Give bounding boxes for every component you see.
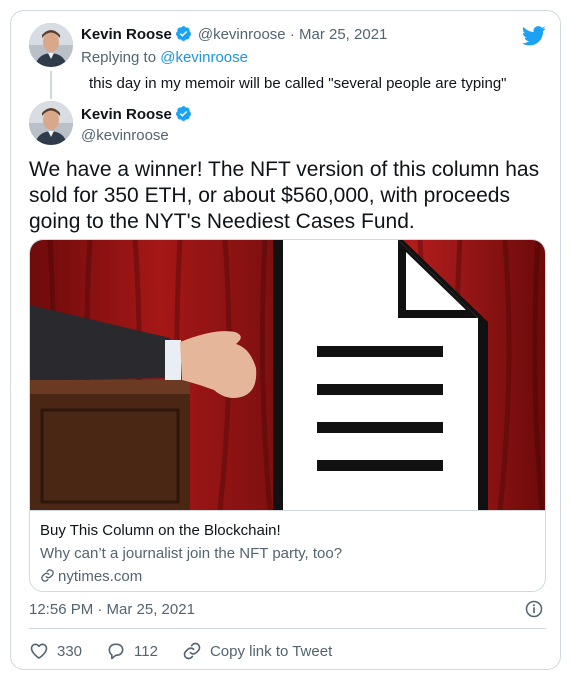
avatar[interactable] [29,101,73,145]
action-bar: 330 112 Copy link to Tweet [29,639,356,663]
replying-to-handle[interactable]: @kevinroose [160,49,248,66]
avatar[interactable] [29,23,73,67]
copy-link-label: Copy link to Tweet [209,642,333,660]
verified-badge-icon [175,106,191,121]
author-handle[interactable]: @kevinroose [81,127,169,144]
tweet-text: We have a winner! The NFT version of thi… [29,158,540,233]
link-domain: nytimes.com [58,568,143,585]
author-handle[interactable]: @kevinroose [198,26,286,43]
reply-count: 112 [134,642,158,660]
link-title[interactable]: Buy This Column on the Blockchain! [40,521,537,541]
heart-icon [30,643,48,659]
info-icon[interactable] [524,599,544,619]
reply-button[interactable]: 112 [106,641,158,661]
verified-badge-icon [175,26,191,41]
link-preview-image[interactable] [30,240,546,510]
tweet-embed-card: Kevin Roose @kevinroose · Mar 25, 2021 Re… [10,10,561,670]
link-icon [41,569,54,582]
twitter-bird-icon[interactable] [522,25,546,47]
author-name[interactable]: Kevin Roose [81,106,172,123]
link-preview-meta[interactable]: Buy This Column on the Blockchain! Why c… [30,510,545,591]
comment-icon [108,643,124,660]
author-name[interactable]: Kevin Roose [81,26,172,43]
separator: · [289,26,295,43]
reply-header: Kevin Roose @kevinroose · Mar 25, 2021 [81,25,387,43]
link-description: Why can’t a journalist join the NFT part… [40,545,343,562]
main-author: Kevin Roose [81,105,192,123]
divider [29,628,546,629]
reply-text: this day in my memoir will be called "se… [89,75,507,92]
like-button[interactable]: 330 [29,641,82,661]
replying-to-label: Replying to [81,49,157,66]
link-icon [183,642,201,660]
copy-link-button[interactable]: Copy link to Tweet [182,641,332,661]
link-domain-row: nytimes.com [40,567,537,587]
link-preview-card[interactable]: Buy This Column on the Blockchain! Why c… [29,239,546,592]
tweet-timestamp[interactable]: 12:56 PM · Mar 25, 2021 [29,601,195,618]
thread-connector [50,71,52,99]
like-count: 330 [57,642,83,660]
reply-date[interactable]: Mar 25, 2021 [299,26,387,43]
replying-to: Replying to @kevinroose [81,49,248,66]
